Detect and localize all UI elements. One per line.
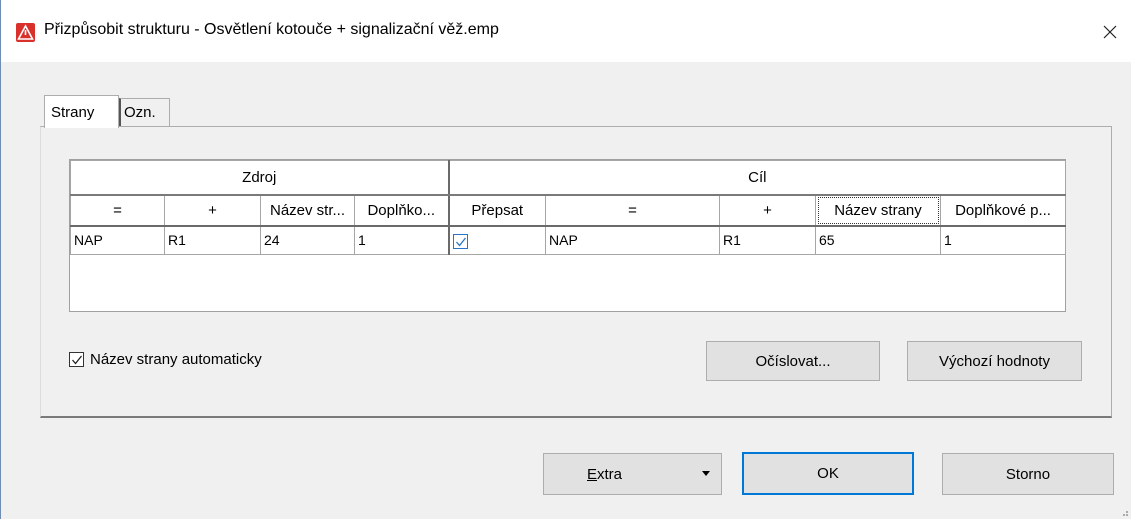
col-header-src-extra[interactable]: Doplňko... xyxy=(354,194,450,227)
tab-ozn-label: Ozn. xyxy=(124,104,156,121)
cell-dst-eq[interactable]: NAP xyxy=(545,225,720,255)
extra-button-label: Extra xyxy=(587,466,622,483)
auto-page-name-checkbox[interactable] xyxy=(69,352,84,367)
col-header-dst-plus[interactable]: + xyxy=(719,194,816,227)
cell-dst-extra[interactable]: 1 xyxy=(939,225,1067,255)
col-header-dst-eq[interactable]: = xyxy=(545,194,720,227)
cell-dst-name[interactable]: 65 xyxy=(815,225,941,255)
number-button-label: Očíslovat... xyxy=(755,352,831,370)
ok-button[interactable]: OK xyxy=(742,452,914,495)
defaults-button[interactable]: Výchozí hodnoty xyxy=(907,341,1082,381)
ok-button-label: OK xyxy=(817,465,839,482)
cancel-button-label: Storno xyxy=(1005,465,1051,483)
col-header-dst-name[interactable]: Název strany xyxy=(815,194,941,227)
extra-accelerator: E xyxy=(587,465,598,483)
overwrite-checkbox[interactable] xyxy=(452,233,468,249)
auto-page-name-option[interactable]: Název strany automaticky xyxy=(69,351,262,368)
col-header-src-eq[interactable]: = xyxy=(70,194,165,227)
cell-src-eq[interactable]: NAP xyxy=(70,225,165,255)
auto-page-name-label: Název strany automaticky xyxy=(90,351,262,368)
extra-button[interactable]: Extra xyxy=(543,453,722,495)
table-row: NAP R1 24 1 NAP R1 65 1 xyxy=(70,225,1067,255)
cancel-button[interactable]: Storno xyxy=(942,453,1114,495)
eplan-app-icon xyxy=(16,23,35,42)
number-button[interactable]: Očíslovat... xyxy=(706,341,880,381)
cell-src-name[interactable]: 24 xyxy=(260,225,355,255)
structure-grid: Zdroj Cíl = + Název str... Doplňko... Př… xyxy=(69,159,1067,312)
close-button[interactable] xyxy=(1088,14,1131,50)
group-header-target: Cíl xyxy=(447,160,1067,196)
close-icon xyxy=(1103,25,1117,39)
resize-grip-icon[interactable] xyxy=(1119,507,1129,517)
defaults-button-label: Výchozí hodnoty xyxy=(939,352,1050,370)
col-header-src-plus[interactable]: + xyxy=(164,194,261,227)
window-title: Přizpůsobit strukturu - Osvětlení kotouč… xyxy=(44,21,499,38)
cell-src-plus[interactable]: R1 xyxy=(164,225,261,255)
tab-strany[interactable]: Strany xyxy=(44,95,119,128)
cell-overwrite xyxy=(448,225,546,255)
customize-structure-dialog: Přizpůsobit strukturu - Osvětlení kotouč… xyxy=(0,0,1131,519)
tab-strany-label: Strany xyxy=(51,103,95,121)
extra-label-rest: xtra xyxy=(597,465,623,483)
dropdown-arrow-icon xyxy=(702,471,710,476)
group-header-source: Zdroj xyxy=(70,160,450,196)
checkmark-icon xyxy=(72,355,83,365)
col-header-src-name[interactable]: Název str... xyxy=(260,194,355,227)
title-bar: Přizpůsobit strukturu - Osvětlení kotouč… xyxy=(1,0,1131,62)
col-header-overwrite[interactable]: Přepsat xyxy=(448,194,546,227)
checkmark-icon xyxy=(455,237,466,247)
cell-src-extra[interactable]: 1 xyxy=(354,225,450,255)
tab-ozn[interactable]: Ozn. xyxy=(119,98,170,126)
col-header-dst-extra[interactable]: Doplňkové p... xyxy=(939,194,1067,227)
cell-dst-plus[interactable]: R1 xyxy=(719,225,816,255)
